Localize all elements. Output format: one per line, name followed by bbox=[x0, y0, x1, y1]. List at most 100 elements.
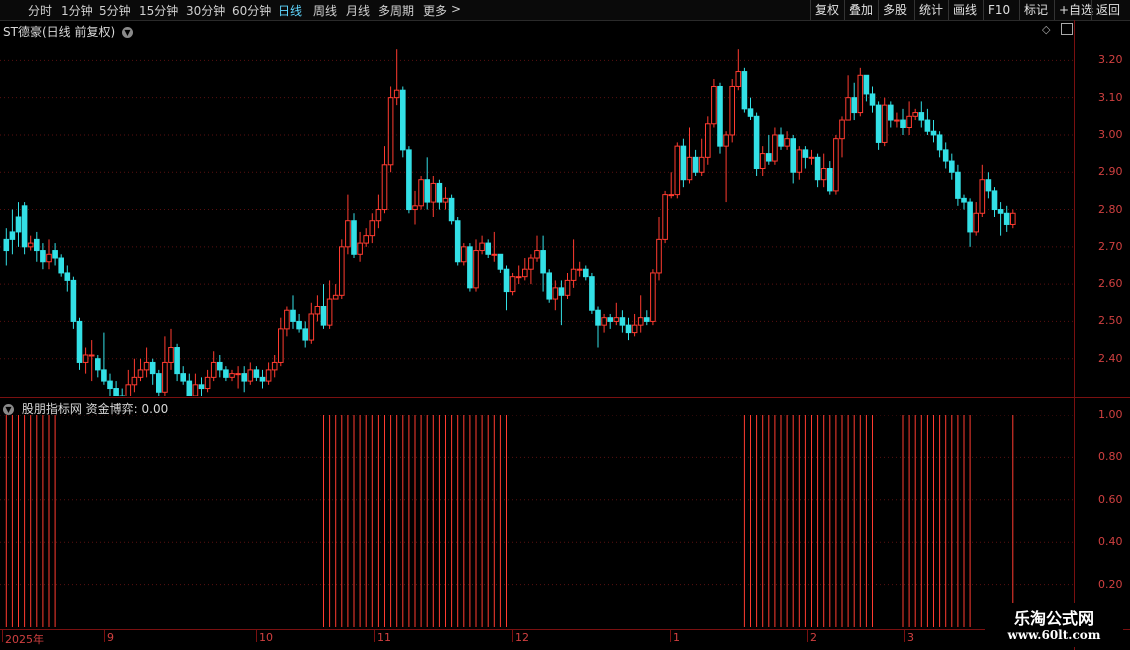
candle bbox=[3, 228, 10, 266]
candle-body bbox=[479, 242, 485, 252]
candle-body bbox=[515, 276, 522, 279]
date-tick bbox=[670, 630, 671, 642]
diamond-icon[interactable]: ◇ bbox=[1042, 23, 1050, 36]
candle-body bbox=[52, 250, 58, 259]
candle-body bbox=[174, 347, 180, 375]
toolbar-button-8[interactable]: 返回 bbox=[1091, 0, 1124, 20]
candle-body bbox=[387, 97, 394, 166]
candle-body bbox=[467, 246, 473, 289]
y-tick-label: 2.70 bbox=[1098, 239, 1123, 253]
candle-body bbox=[21, 205, 28, 248]
period-tab-5[interactable]: 60分钟 bbox=[232, 2, 271, 19]
candle-body bbox=[473, 250, 479, 289]
candle-body bbox=[766, 153, 772, 162]
candle bbox=[375, 194, 382, 229]
date-tick-label: 9 bbox=[107, 631, 114, 644]
candle-body bbox=[936, 134, 943, 151]
period-tab-6[interactable]: 日线 bbox=[278, 2, 302, 19]
candle bbox=[326, 280, 333, 329]
date-tick bbox=[374, 630, 375, 642]
candle-body bbox=[955, 171, 961, 199]
toolbar-button-6[interactable]: 标记 bbox=[1019, 0, 1052, 20]
indicator-y-tick-label: 1.00 bbox=[1098, 408, 1123, 421]
candle-body bbox=[564, 279, 571, 296]
period-tab-8[interactable]: 月线 bbox=[346, 2, 370, 19]
candle-body bbox=[833, 138, 839, 192]
candle-body bbox=[747, 108, 754, 117]
period-tab-1[interactable]: 1分钟 bbox=[61, 2, 93, 19]
candle-body bbox=[339, 246, 345, 296]
candle-body bbox=[698, 156, 705, 173]
toolbar-button-1[interactable]: 叠加 bbox=[844, 0, 877, 20]
candle-body bbox=[345, 220, 351, 248]
candle-body bbox=[113, 388, 119, 396]
candle bbox=[778, 127, 784, 150]
candle-body bbox=[790, 138, 797, 173]
candle bbox=[735, 49, 742, 91]
chevron-down-icon[interactable]: ▼ bbox=[121, 27, 133, 38]
candle-body bbox=[1003, 212, 1010, 225]
candle bbox=[625, 317, 632, 341]
candle bbox=[936, 131, 943, 158]
price-chart[interactable] bbox=[0, 38, 1075, 396]
candle bbox=[174, 343, 180, 382]
period-tab-2[interactable]: 5分钟 bbox=[99, 2, 131, 19]
candle bbox=[589, 272, 595, 314]
period-tab-3[interactable]: 15分钟 bbox=[139, 2, 178, 19]
more-chevron-icon[interactable]: > bbox=[451, 2, 461, 16]
candle-body bbox=[961, 197, 967, 203]
period-tab-4[interactable]: 30分钟 bbox=[186, 2, 225, 19]
candle-body bbox=[979, 179, 986, 214]
candle bbox=[552, 280, 559, 311]
candle bbox=[339, 239, 345, 300]
toolbar-button-4[interactable]: 画线 bbox=[948, 0, 981, 20]
date-tick-label: 3 bbox=[907, 631, 914, 644]
period-tab-9[interactable]: 多周期 bbox=[378, 2, 414, 19]
candle-body bbox=[894, 119, 900, 122]
candle bbox=[241, 366, 247, 393]
period-tab-0[interactable]: 分时 bbox=[28, 2, 52, 19]
candle-body bbox=[180, 373, 186, 382]
candle-body bbox=[143, 361, 150, 371]
candle-body bbox=[186, 380, 193, 396]
candle-body bbox=[546, 272, 553, 300]
candle bbox=[217, 354, 223, 378]
toolbar-button-5[interactable]: F10 bbox=[983, 0, 1014, 20]
candle bbox=[918, 101, 925, 128]
candle bbox=[607, 313, 614, 329]
chevron-down-icon[interactable]: ▼ bbox=[3, 404, 14, 415]
candle-body bbox=[278, 328, 284, 363]
candle bbox=[149, 358, 156, 385]
toolbar-button-2[interactable]: 多股 bbox=[878, 0, 911, 20]
candle bbox=[406, 146, 412, 214]
candle-body bbox=[253, 369, 260, 378]
panel-toggle-icon[interactable] bbox=[1061, 23, 1073, 35]
indicator-chart[interactable] bbox=[0, 415, 1075, 627]
candle bbox=[515, 265, 522, 285]
candle bbox=[253, 366, 260, 382]
toolbar-button-3[interactable]: 统计 bbox=[914, 0, 947, 20]
candle bbox=[357, 231, 363, 262]
candle-body bbox=[15, 216, 22, 233]
candle-body bbox=[619, 317, 626, 326]
candle bbox=[576, 261, 583, 277]
panel-separator bbox=[0, 397, 1130, 398]
candle bbox=[131, 358, 138, 393]
candle bbox=[284, 306, 290, 337]
candle bbox=[686, 127, 693, 184]
candle bbox=[34, 231, 40, 262]
candle bbox=[570, 239, 577, 288]
candle bbox=[528, 254, 534, 285]
toolbar-button-0[interactable]: 复权 bbox=[810, 0, 843, 20]
candle bbox=[88, 340, 95, 382]
period-tab-7[interactable]: 周线 bbox=[313, 2, 337, 19]
candle bbox=[692, 149, 699, 176]
candle bbox=[180, 366, 186, 385]
candle bbox=[186, 373, 193, 396]
candle bbox=[76, 317, 83, 370]
candle bbox=[790, 134, 797, 184]
candle-body bbox=[997, 209, 1004, 214]
candle-body bbox=[918, 112, 925, 121]
period-tab-10[interactable]: 更多 bbox=[423, 2, 447, 19]
date-axis-line bbox=[0, 629, 1130, 630]
